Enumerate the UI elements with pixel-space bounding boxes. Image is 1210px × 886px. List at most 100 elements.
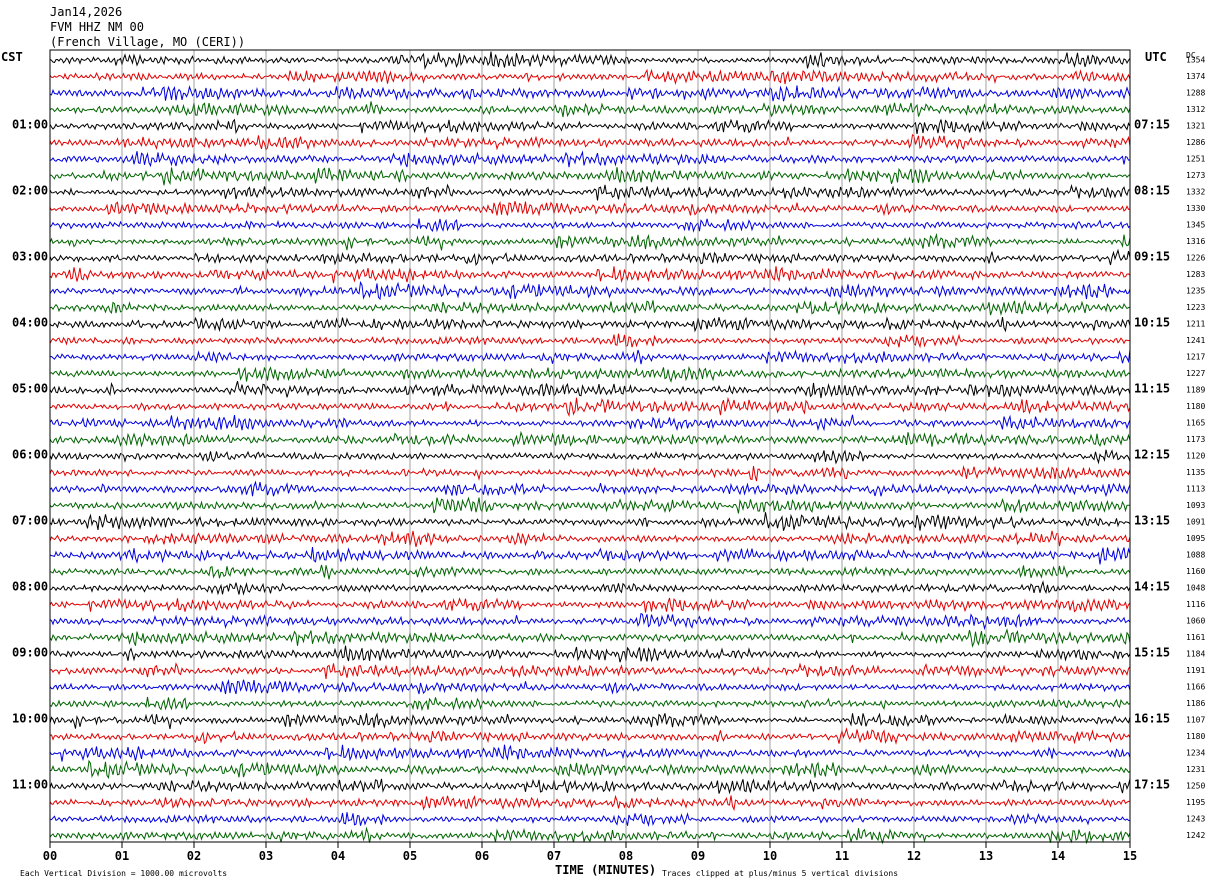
dc-offset-label: 1120 <box>1186 451 1205 460</box>
trace-line <box>49 744 1131 762</box>
x-axis-title: TIME (MINUTES) <box>555 863 656 877</box>
dc-offset-label: 1189 <box>1186 385 1205 394</box>
trace-line <box>49 564 1131 580</box>
x-tick-label: 11 <box>835 849 849 863</box>
x-tick-label: 05 <box>403 849 417 863</box>
dc-offset-label: 1227 <box>1186 369 1205 378</box>
trace-line <box>49 512 1131 531</box>
dc-offset-label: 1091 <box>1186 517 1205 526</box>
dc-offset-label: 1107 <box>1186 715 1205 724</box>
right-hour-label: 12:15 <box>1134 447 1170 461</box>
dc-offset-label: 1273 <box>1186 171 1205 180</box>
trace-line <box>49 200 1131 217</box>
dc-offset-label: 1231 <box>1186 765 1205 774</box>
header-location: (French Village, MO (CERI)) <box>50 35 245 49</box>
clip-note: Traces clipped at plus/minus 5 vertical … <box>662 869 898 878</box>
trace-line <box>49 118 1131 135</box>
dc-offset-label: 1095 <box>1186 534 1205 543</box>
dc-offset-label: 1332 <box>1186 187 1205 196</box>
x-axis-ticks: 00 01 02 03 04 05 06 07 08 09 10 11 12 13 14 15 <box>43 842 1137 863</box>
trace-line <box>49 430 1131 448</box>
left-hour-label: 05:00 <box>12 381 48 395</box>
trace-line <box>49 449 1131 465</box>
trace-line <box>50 812 1131 828</box>
dc-offset-label: 1060 <box>1186 616 1205 625</box>
trace-line <box>50 167 1131 186</box>
dc-offset-label: 1184 <box>1186 649 1205 658</box>
left-hour-labels: 01:00 02:00 03:00 04:00 05:00 06:00 07:00 08:00… <box>12 117 48 791</box>
left-hour-label: 06:00 <box>12 447 48 461</box>
right-hour-label: 13:15 <box>1134 513 1170 527</box>
dc-offset-label: 1286 <box>1186 138 1205 147</box>
trace-line <box>49 480 1131 498</box>
dc-offset-label: 1180 <box>1186 732 1205 741</box>
x-tick-label: 07 <box>547 849 561 863</box>
dc-offset-label: 1116 <box>1186 600 1205 609</box>
right-hour-label: 16:15 <box>1134 711 1170 725</box>
trace-line <box>49 380 1131 399</box>
trace-line <box>49 299 1131 317</box>
trace-line <box>49 794 1131 812</box>
right-hour-label: 09:15 <box>1134 249 1170 263</box>
dc-offset-label: 1330 <box>1186 204 1205 213</box>
dc-offset-label: 1241 <box>1186 336 1205 345</box>
x-tick-label: 09 <box>691 849 705 863</box>
right-hour-labels: 07:15 08:15 09:15 10:15 11:15 12:15 13:15 14:15… <box>1134 117 1170 791</box>
header-station: FVM HHZ NM 00 <box>50 20 144 34</box>
dc-offset-label: 1165 <box>1186 418 1205 427</box>
trace-line <box>49 150 1131 168</box>
x-tick-label: 14 <box>1051 849 1065 863</box>
right-hour-label: 10:15 <box>1134 315 1170 329</box>
dc-offset-label: 1161 <box>1186 633 1205 642</box>
dc-offset-label: 1160 <box>1186 567 1205 576</box>
trace-line <box>49 366 1131 383</box>
x-tick-label: 04 <box>331 849 345 863</box>
trace-line <box>49 696 1131 712</box>
left-zone-label: CST <box>1 50 23 64</box>
dc-offset-label: 1217 <box>1186 352 1205 361</box>
dc-offset-label: 1191 <box>1186 666 1205 675</box>
x-tick-label: 13 <box>979 849 993 863</box>
left-hour-label: 10:00 <box>12 711 48 725</box>
left-hour-label: 02:00 <box>12 183 48 197</box>
trace-line <box>49 316 1131 333</box>
dc-offset-label: 1316 <box>1186 237 1205 246</box>
dc-offset-label: 1312 <box>1186 105 1205 114</box>
x-tick-label: 02 <box>187 849 201 863</box>
trace-line <box>49 248 1131 267</box>
right-hour-label: 14:15 <box>1134 579 1170 593</box>
dc-offset-label: 1283 <box>1186 270 1205 279</box>
x-tick-label: 08 <box>619 849 633 863</box>
trace-line <box>49 85 1131 102</box>
dc-offset-label: 1235 <box>1186 286 1205 295</box>
dc-offset-label: 1166 <box>1186 682 1205 691</box>
trace-line <box>49 465 1131 482</box>
trace-line <box>49 414 1131 432</box>
right-hour-label: 11:15 <box>1134 381 1170 395</box>
trace-line <box>49 628 1131 648</box>
dc-offset-label: 1345 <box>1186 220 1205 229</box>
right-hour-label: 15:15 <box>1134 645 1170 659</box>
left-hour-label: 07:00 <box>12 513 48 527</box>
left-hour-label: 08:00 <box>12 579 48 593</box>
trace-line <box>49 134 1131 151</box>
trace-line <box>49 712 1131 730</box>
trace-line <box>49 349 1131 365</box>
trace-line <box>49 759 1131 780</box>
dc-offset-label: 1135 <box>1186 468 1205 477</box>
trace-line <box>49 546 1131 565</box>
dc-offset-label: 1374 <box>1186 72 1205 81</box>
trace-line <box>49 51 1131 71</box>
trace-line <box>49 101 1131 118</box>
trace-line <box>49 679 1131 695</box>
right-hour-label: 08:15 <box>1134 183 1170 197</box>
left-hour-label: 04:00 <box>12 315 48 329</box>
dc-offset-label: 1093 <box>1186 501 1205 510</box>
dc-offset-label: 1211 <box>1186 319 1205 328</box>
trace-line <box>49 218 1131 233</box>
left-hour-label: 01:00 <box>12 117 48 131</box>
dc-offset-label: 1250 <box>1186 781 1205 790</box>
trace-line <box>49 662 1131 679</box>
dc-offset-label: 1243 <box>1186 814 1205 823</box>
dc-offset-label: 1186 <box>1186 699 1205 708</box>
